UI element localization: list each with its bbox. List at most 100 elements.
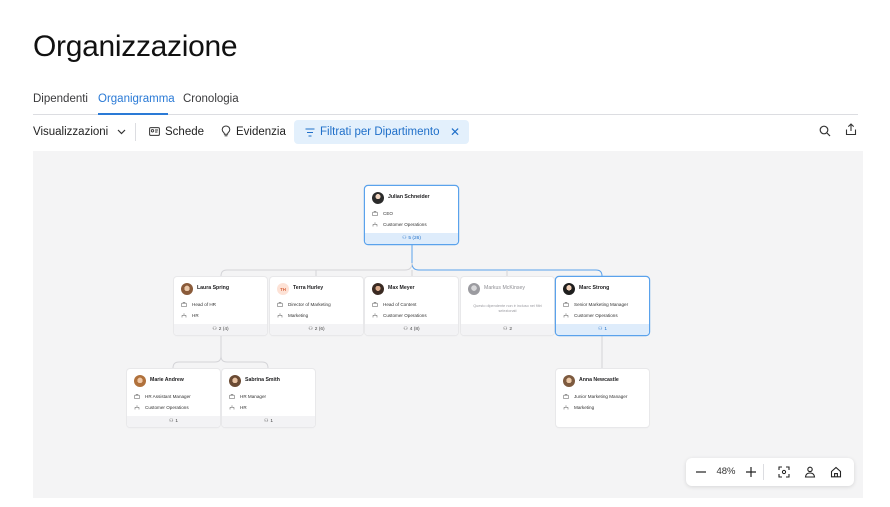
employee-name: Marie Andrew: [150, 377, 184, 383]
org-card-max-meyer[interactable]: Max Meyer Head of Content Customer Opera…: [365, 277, 458, 335]
tab-dipendenti[interactable]: Dipendenti: [33, 93, 88, 105]
department-filter-chip[interactable]: Filtrati per Dipartimento ✕: [294, 120, 469, 144]
close-icon[interactable]: ✕: [450, 125, 460, 139]
zoom-controls: 48%: [686, 458, 854, 486]
people-icon: ⚇: [169, 419, 174, 424]
department-row: Customer Operations: [372, 222, 427, 227]
job-title-row: Junior Marketing Manager: [563, 394, 627, 399]
hierarchy-icon: [229, 405, 235, 410]
hierarchy-icon: [563, 313, 569, 318]
reports-value: 1: [604, 327, 607, 332]
home-icon[interactable]: [828, 464, 844, 480]
org-card-terra-hurley[interactable]: TH Terra Hurley Director of Marketing Ma…: [270, 277, 363, 335]
department-row: Customer Operations: [563, 313, 618, 318]
cards-label: Schede: [165, 126, 205, 138]
briefcase-icon: [563, 394, 569, 399]
views-label: Visualizzazioni: [33, 126, 109, 138]
reports-count[interactable]: ⚇ 5 (26): [365, 233, 458, 244]
reports-count[interactable]: ⚇ 2: [461, 324, 554, 335]
hierarchy-icon: [372, 313, 378, 318]
department-row: Marketing: [563, 405, 594, 410]
people-icon: ⚇: [598, 327, 603, 332]
toolbar-divider: [135, 123, 136, 141]
employee-name: Sabrina Smith: [245, 377, 280, 383]
job-title: HR Assistant Manager: [145, 394, 191, 399]
org-card-marc-strong[interactable]: Marc Strong Senior Marketing Manager Cus…: [556, 277, 649, 335]
cards-button[interactable]: Schede: [149, 120, 204, 144]
avatar: TH: [277, 283, 289, 295]
reports-count[interactable]: ⚇ 1: [556, 324, 649, 335]
hierarchy-icon: [372, 222, 378, 227]
job-title: Junior Marketing Manager: [574, 394, 628, 399]
hierarchy-icon: [277, 313, 283, 318]
org-card-laura-spring[interactable]: Laura Spring Head of HR HR ⚇ 2 (4): [174, 277, 267, 335]
org-card-marie-andrew[interactable]: Marie Andrew HR Assistant Manager Custom…: [127, 369, 220, 427]
job-title-row: Head of HR: [181, 302, 216, 307]
people-icon: ⚇: [264, 419, 269, 424]
briefcase-icon: [563, 302, 569, 307]
employee-name: Julian Schneider: [388, 194, 430, 200]
job-title-row: HR Assistant Manager: [134, 394, 191, 399]
department: Customer Operations: [383, 222, 427, 227]
toolbar: Visualizzazioni Schede Evidenzia Filtrat…: [33, 120, 858, 146]
avatar: [563, 375, 575, 387]
zoom-level: 48%: [716, 466, 736, 477]
employee-name: Marc Strong: [579, 285, 610, 291]
fit-to-screen-icon[interactable]: [776, 464, 792, 480]
highlight-label: Evidenzia: [236, 126, 286, 138]
avatar: [468, 283, 480, 295]
org-chart-canvas[interactable]: Julian Schneider CEO Customer Operations…: [33, 151, 863, 498]
org-card-anna-newcastle[interactable]: Anna Newcastle Junior Marketing Manager …: [556, 369, 649, 427]
avatar: [134, 375, 146, 387]
department-row: Customer Operations: [372, 313, 427, 318]
avatar: [372, 192, 384, 204]
org-card-markus-mckinsey[interactable]: Markus McKinsey Questo dipendente non è …: [461, 277, 554, 335]
reports-count[interactable]: ⚇ 2 (4): [174, 324, 267, 335]
reports-value: 5 (26): [408, 236, 421, 241]
lightbulb-icon: [221, 124, 231, 140]
department-row: Marketing: [277, 313, 308, 318]
views-dropdown[interactable]: Visualizzazioni: [33, 120, 126, 144]
reports-value: 2 (4): [218, 327, 229, 332]
job-title: Head of HR: [192, 302, 217, 307]
briefcase-icon: [372, 211, 378, 216]
job-title: Head of Content: [383, 302, 417, 307]
briefcase-icon: [229, 394, 235, 399]
briefcase-icon: [372, 302, 378, 307]
share-icon[interactable]: [845, 123, 857, 141]
job-title: Senior Marketing Manager: [574, 302, 629, 307]
people-icon: ⚇: [212, 327, 217, 332]
department: Customer Operations: [574, 313, 618, 318]
search-icon[interactable]: [819, 124, 831, 142]
zoom-in-button[interactable]: [744, 464, 758, 480]
zoom-out-button[interactable]: [694, 464, 708, 480]
people-icon: ⚇: [403, 327, 408, 332]
tab-organigramma[interactable]: Organigramma: [98, 93, 175, 105]
cards-icon: [149, 126, 160, 139]
tab-cronologia[interactable]: Cronologia: [183, 93, 239, 105]
org-card-ceo[interactable]: Julian Schneider CEO Customer Operations…: [365, 186, 458, 244]
chevron-down-icon: [117, 126, 126, 138]
department: HR: [192, 313, 199, 318]
reports-count[interactable]: ⚇ 2 (6): [270, 324, 363, 335]
reports-count[interactable]: ⚇ 4 (8): [365, 324, 458, 335]
reports-value: 2: [509, 327, 512, 332]
filter-icon: [305, 127, 315, 137]
person-focus-icon[interactable]: [802, 464, 818, 480]
highlight-button[interactable]: Evidenzia: [221, 120, 286, 144]
employee-name: Max Meyer: [388, 285, 415, 291]
org-card-sabrina-smith[interactable]: Sabrina Smith HR Manager HR ⚇ 1: [222, 369, 315, 427]
hierarchy-icon: [181, 313, 187, 318]
reports-count[interactable]: ⚇ 1: [222, 416, 315, 427]
avatar: [229, 375, 241, 387]
reports-value: 4 (8): [409, 327, 420, 332]
job-title-row: Senior Marketing Manager: [563, 302, 628, 307]
employee-name: Markus McKinsey: [484, 285, 525, 291]
department: Customer Operations: [383, 313, 427, 318]
reports-value: 1: [270, 419, 273, 424]
briefcase-icon: [134, 394, 140, 399]
zoom-divider: [763, 464, 764, 480]
hierarchy-icon: [563, 405, 569, 410]
reports-count[interactable]: ⚇ 1: [127, 416, 220, 427]
hierarchy-icon: [134, 405, 140, 410]
